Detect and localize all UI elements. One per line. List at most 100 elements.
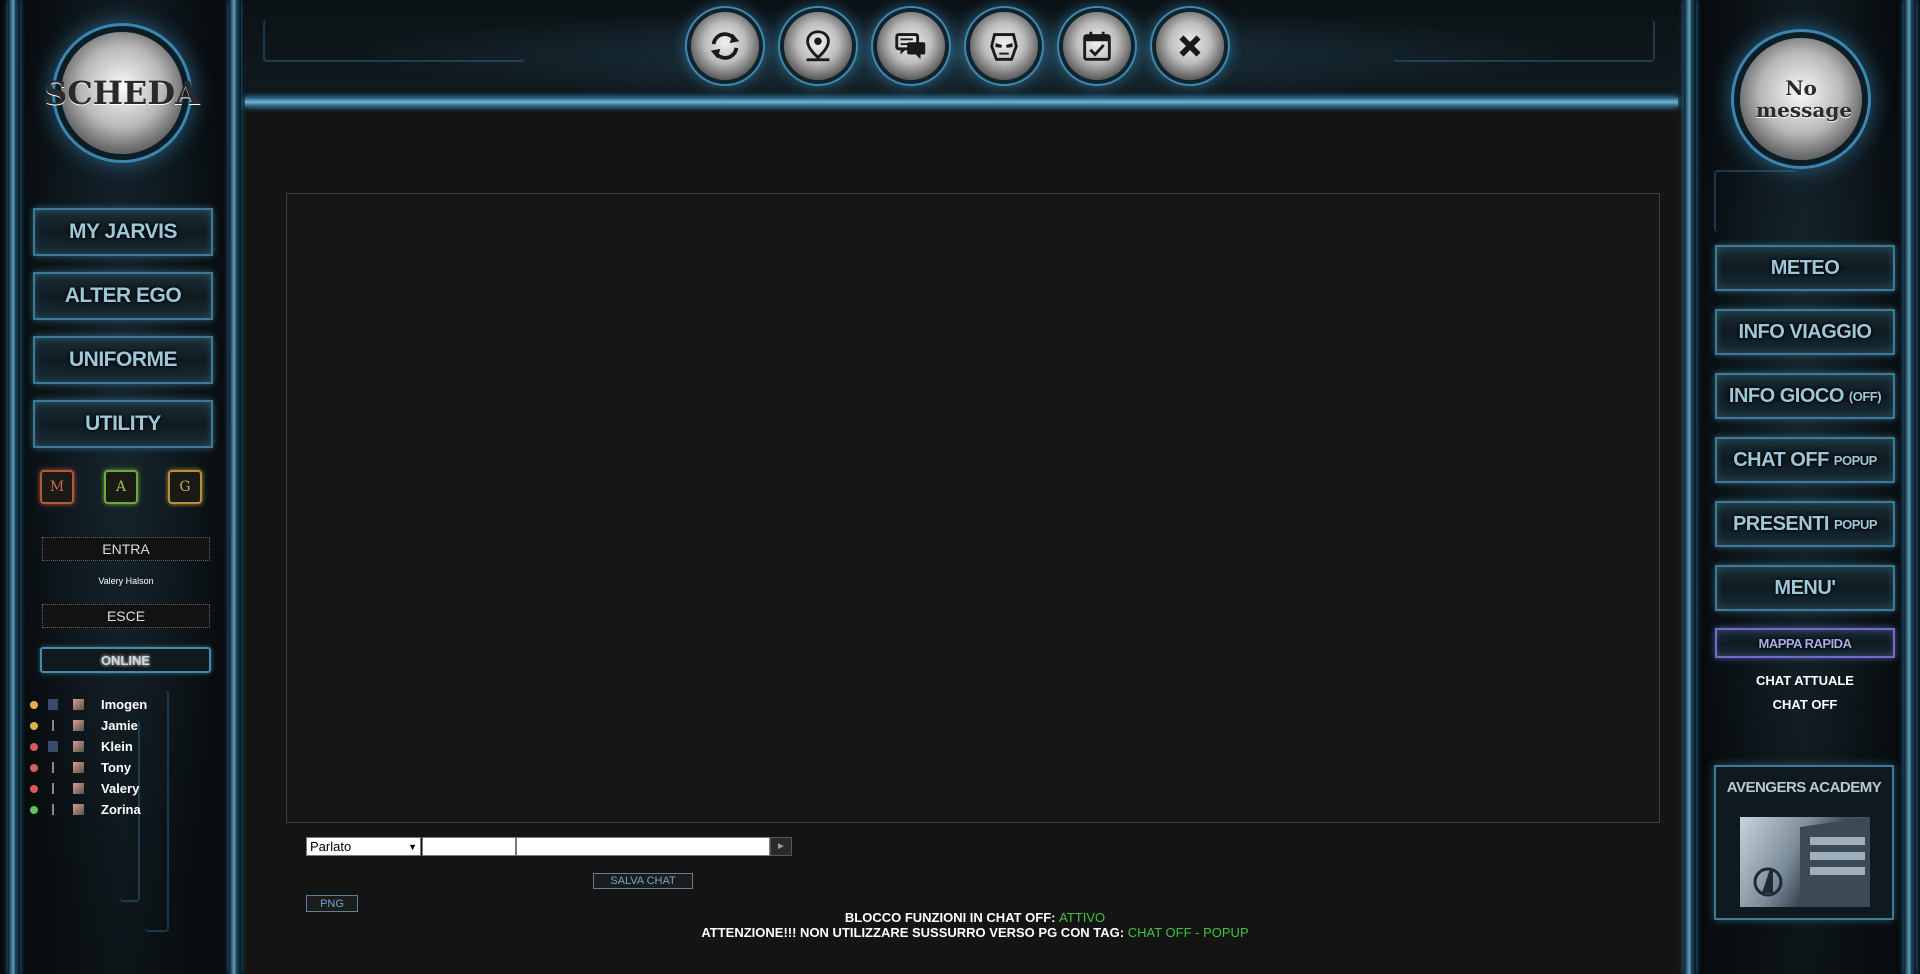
status-dot — [30, 784, 38, 793]
online-user-row[interactable]: Valery — [30, 778, 210, 799]
character-button[interactable] — [970, 12, 1038, 80]
message-type-value: Parlato — [310, 839, 352, 854]
chevron-down-icon: ▼ — [408, 841, 417, 852]
chat-log[interactable] — [286, 193, 1660, 823]
menu-button[interactable]: MENU' — [1715, 565, 1895, 611]
profile-button[interactable]: SCHEDA — [44, 32, 200, 154]
messages-status: No message — [1756, 76, 1853, 122]
right-inner-pillar — [1684, 0, 1696, 974]
meteo-button[interactable]: METEO — [1715, 245, 1895, 291]
png-button[interactable]: PNG — [306, 895, 358, 912]
alter-ego-label: ALTER EGO — [64, 284, 182, 307]
send-icon: ► — [776, 841, 786, 852]
avatar — [73, 720, 84, 731]
menu-label: MENU' — [1774, 576, 1836, 599]
mag-g-label: G — [179, 479, 191, 495]
alter-ego-button[interactable]: ALTER EGO — [33, 272, 213, 320]
map-pin-icon — [806, 30, 830, 62]
mag-g-button[interactable]: G — [168, 470, 202, 504]
status-dot — [30, 721, 38, 730]
map-location-button[interactable] — [784, 12, 852, 80]
info-gioco-button[interactable]: INFO GIOCO (OFF) — [1715, 373, 1895, 419]
exit-button[interactable]: ESCE — [42, 604, 210, 628]
close-button[interactable] — [1156, 12, 1224, 80]
online-user-row[interactable]: Jamie — [30, 715, 210, 736]
status-dot — [30, 742, 38, 751]
academy-title: AVENGERS ACADEMY — [1726, 779, 1882, 796]
mag-m-label: M — [49, 479, 65, 495]
mag-m-button[interactable]: M — [40, 470, 74, 504]
online-user-row[interactable]: Zorina — [30, 799, 210, 820]
chat-off-button[interactable]: CHAT OFF POPUP — [1715, 437, 1895, 483]
chat-bubbles-icon — [895, 33, 926, 60]
online-header: ONLINE — [40, 647, 211, 673]
message-type-select[interactable]: Parlato ▼ — [306, 837, 421, 856]
left-sidebar: SCHEDA MY JARVIS ALTER EGO UNIFORME UTIL… — [0, 0, 243, 974]
flag-icon — [48, 741, 58, 752]
flag-icon — [52, 804, 54, 815]
quick-map-button[interactable]: MAPPA RAPIDA — [1715, 628, 1895, 658]
online-user-row[interactable]: Klein — [30, 736, 210, 757]
send-button[interactable]: ► — [770, 837, 792, 856]
status-dot — [30, 763, 38, 772]
utility-button[interactable]: UTILITY — [33, 400, 213, 448]
flag-icon — [48, 699, 58, 710]
flag-icon — [52, 720, 54, 731]
online-user-row[interactable]: Imogen — [30, 694, 210, 715]
message-input[interactable] — [516, 837, 770, 856]
messages-button[interactable] — [877, 12, 945, 80]
chat-off-label: CHAT OFF — [1733, 448, 1829, 471]
my-jarvis-button[interactable]: MY JARVIS — [33, 208, 213, 256]
png-label: PNG — [320, 897, 344, 910]
current-chat-label: CHAT ATTUALE — [1756, 673, 1854, 688]
presenti-button[interactable]: PRESENTI POPUP — [1715, 501, 1895, 547]
save-chat-button[interactable]: SALVA CHAT — [593, 873, 693, 889]
left-outer-pillar — [8, 0, 20, 974]
online-user-name[interactable]: Valery — [101, 781, 139, 796]
close-x-icon — [1179, 35, 1201, 57]
avatar — [73, 762, 84, 773]
presenti-sub: POPUP — [1834, 516, 1878, 532]
profile-label: SCHEDA — [44, 74, 200, 112]
notice-value: ATTIVO — [1059, 910, 1106, 925]
avengers-academy-banner[interactable]: AVENGERS ACADEMY — [1714, 765, 1894, 920]
avatar — [73, 804, 84, 815]
online-user-list: Imogen Jamie Klein Tony Valery Zorina — [30, 694, 210, 820]
save-chat-label: SALVA CHAT — [610, 875, 676, 887]
presenti-label: PRESENTI — [1732, 512, 1830, 535]
top-divider — [245, 97, 1678, 107]
right-outer-pillar — [1904, 0, 1916, 974]
flag-icon — [52, 762, 54, 773]
uniforme-button[interactable]: UNIFORME — [33, 336, 213, 384]
notice-label: BLOCCO FUNZIONI IN CHAT OFF: — [844, 910, 1056, 925]
refresh-button[interactable] — [691, 12, 759, 80]
online-user-name[interactable]: Jamie — [101, 718, 138, 733]
top-toolbar — [243, 0, 1684, 108]
online-label: ONLINE — [100, 652, 151, 668]
tag-input[interactable] — [422, 837, 516, 856]
calendar-button[interactable] — [1063, 12, 1131, 80]
online-user-row[interactable]: Tony — [30, 757, 210, 778]
info-gioco-sub: (OFF) — [1848, 388, 1882, 404]
left-inner-pillar — [229, 0, 241, 974]
mag-a-button[interactable]: A — [104, 470, 138, 504]
online-user-name[interactable]: Klein — [101, 739, 133, 754]
online-user-name[interactable]: Zorina — [101, 802, 141, 817]
online-user-name[interactable]: Tony — [101, 760, 131, 775]
online-user-name[interactable]: Imogen — [101, 697, 147, 712]
avengers-logo-icon — [1753, 817, 1870, 907]
flag-icon — [52, 783, 54, 794]
chat-off-sub: POPUP — [1833, 452, 1878, 468]
enter-label: ENTRA — [102, 541, 150, 557]
info-viaggio-label: INFO VIAGGIO — [1738, 320, 1872, 343]
notice-label: ATTENZIONE!!! NON UTILIZZARE SUSSURRO VE… — [701, 925, 1125, 940]
notice-whisper-warning: ATTENZIONE!!! NON UTILIZZARE SUSSURRO VE… — [640, 925, 1310, 940]
circuit-trace — [1714, 170, 1796, 232]
avatar — [73, 741, 84, 752]
info-viaggio-button[interactable]: INFO VIAGGIO — [1715, 309, 1895, 355]
status-dot — [30, 700, 38, 709]
circuit-trace — [263, 20, 525, 62]
calendar-check-icon — [1083, 31, 1111, 61]
enter-button[interactable]: ENTRA — [42, 537, 210, 561]
messages-inbox-button[interactable]: No message — [1740, 38, 1862, 160]
